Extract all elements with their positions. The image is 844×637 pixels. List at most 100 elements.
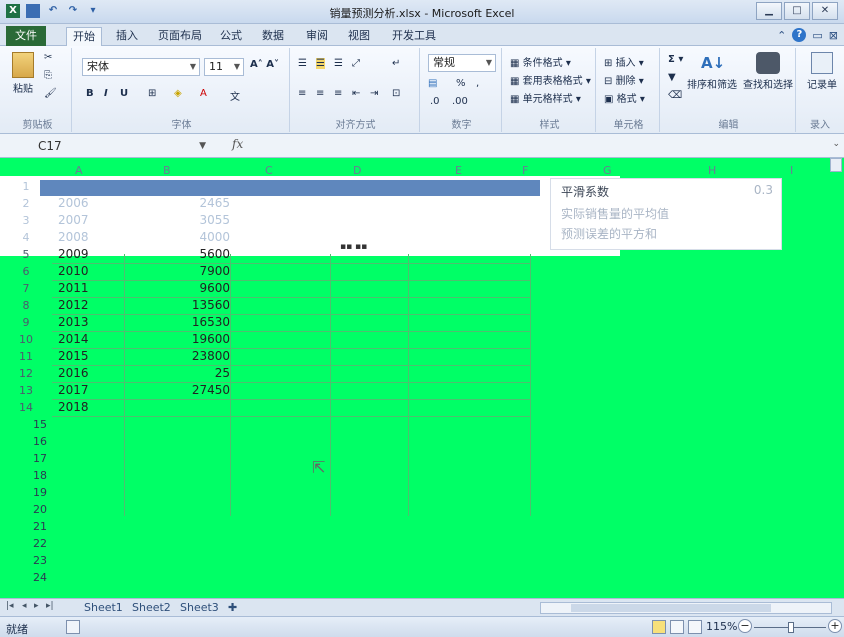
row-header[interactable]: 10 xyxy=(0,333,52,346)
row-header[interactable]: 14 xyxy=(0,401,52,414)
normal-view-icon[interactable] xyxy=(652,620,666,634)
year-cell[interactable]: 2018 xyxy=(58,400,89,414)
row-header[interactable]: 13 xyxy=(0,384,52,397)
row-header[interactable]: 7 xyxy=(0,282,52,295)
bottom-align-icon[interactable]: ☰ xyxy=(334,58,343,69)
tab-review[interactable]: 审阅 xyxy=(300,27,334,46)
row-header[interactable]: 2 xyxy=(0,197,52,210)
year-cell[interactable]: 2012 xyxy=(58,298,89,312)
align-center-icon[interactable]: ≡ xyxy=(316,88,324,99)
row-header[interactable]: 17 xyxy=(0,452,52,465)
worksheet-grid[interactable]: A B C D E F G H I 1 2 2006 2465 3 2007 3055 4 20… xyxy=(0,158,844,598)
format-as-table-button[interactable]: ▦ 套用表格格式 ▾ xyxy=(510,72,591,87)
record-form-button[interactable]: 记录单 xyxy=(802,52,842,91)
formula-input[interactable] xyxy=(256,138,826,154)
bold-button[interactable]: B xyxy=(86,88,94,99)
year-cell[interactable]: 2017 xyxy=(58,383,89,397)
insert-sheet-icon[interactable]: ✚ xyxy=(228,601,237,614)
cell-styles-button[interactable]: ▦ 单元格样式 ▾ xyxy=(510,90,581,105)
orientation-icon[interactable]: ⤢ xyxy=(352,58,360,69)
row-header[interactable]: 11 xyxy=(0,350,52,363)
column-header-i[interactable]: I xyxy=(790,164,793,177)
increase-decimal-icon[interactable]: .0 xyxy=(430,96,440,107)
zoom-out-button[interactable]: − xyxy=(738,619,752,633)
year-cell[interactable]: 2016 xyxy=(58,366,89,380)
align-left-icon[interactable]: ≡ xyxy=(298,88,306,99)
year-cell[interactable]: 2010 xyxy=(58,264,89,278)
cut-icon[interactable]: ✂ xyxy=(44,52,52,63)
scroll-up-button[interactable] xyxy=(830,158,842,172)
horizontal-scrollbar[interactable] xyxy=(540,602,832,614)
row-header[interactable]: 21 xyxy=(0,520,52,533)
restore-window-icon[interactable]: ▭ xyxy=(812,29,822,42)
phonetic-icon[interactable]: 文 xyxy=(230,88,240,103)
conditional-format-button[interactable]: ▦ 条件格式 ▾ xyxy=(510,54,571,69)
wrap-text-icon[interactable]: ↵ xyxy=(392,58,400,69)
currency-icon[interactable]: ▤ xyxy=(428,78,437,89)
row-header[interactable]: 20 xyxy=(0,503,52,516)
paste-button[interactable]: 粘贴 xyxy=(10,52,36,95)
row-header[interactable]: 8 xyxy=(0,299,52,312)
sales-cell[interactable]: 25 xyxy=(150,366,230,380)
year-cell[interactable]: 2014 xyxy=(58,332,89,346)
sheet-tab-2[interactable]: Sheet2 xyxy=(132,601,171,614)
year-cell[interactable]: 2006 xyxy=(58,196,89,210)
sales-cell[interactable]: 3055 xyxy=(150,213,230,227)
close-workbook-icon[interactable]: ⊠ xyxy=(829,29,838,42)
tab-page-layout[interactable]: 页面布局 xyxy=(152,27,208,46)
number-format-combo[interactable]: 常规 ▼ xyxy=(428,54,496,72)
format-cells-button[interactable]: ▣ 格式 ▾ xyxy=(604,90,645,105)
tab-home[interactable]: 开始 xyxy=(66,27,102,46)
tab-view[interactable]: 视图 xyxy=(342,27,376,46)
minimize-ribbon-icon[interactable]: ⌃ xyxy=(777,29,786,42)
column-header-h[interactable]: H xyxy=(708,164,716,177)
tab-file[interactable]: 文件 xyxy=(6,26,46,46)
last-sheet-icon[interactable]: ▸| xyxy=(46,601,54,611)
sheet-tab-1[interactable]: Sheet1 xyxy=(84,601,123,614)
decrease-indent-icon[interactable]: ⇤ xyxy=(352,88,360,99)
sales-cell[interactable]: 4000 xyxy=(150,230,230,244)
format-painter-icon[interactable]: 🖌 xyxy=(44,88,57,99)
row-header[interactable]: 23 xyxy=(0,554,52,567)
comma-button[interactable]: , xyxy=(476,78,479,89)
find-select-button[interactable]: 查找和选择 xyxy=(742,52,794,91)
border-icon[interactable]: ⊞ xyxy=(148,88,156,99)
sheet-tab-3[interactable]: Sheet3 xyxy=(180,601,219,614)
row-header[interactable]: 9 xyxy=(0,316,52,329)
insert-function-button[interactable]: fx xyxy=(232,137,243,151)
expand-formula-bar-icon[interactable]: ⌄ xyxy=(832,139,840,149)
merge-center-icon[interactable]: ⊡ xyxy=(392,88,400,99)
underline-button[interactable]: U xyxy=(120,88,128,99)
year-cell[interactable]: 2013 xyxy=(58,315,89,329)
year-cell[interactable]: 2008 xyxy=(58,230,89,244)
delete-cells-button[interactable]: ⊟ 删除 ▾ xyxy=(604,72,644,87)
zoom-in-button[interactable]: + xyxy=(828,619,842,633)
zoom-level[interactable]: 115% xyxy=(706,620,737,633)
fill-icon[interactable]: ▼ xyxy=(668,72,676,83)
row-header[interactable]: 3 xyxy=(0,214,52,227)
grow-font-icon[interactable]: A˄ A˅ xyxy=(250,59,279,70)
close-button[interactable]: ✕ xyxy=(812,2,838,20)
tab-insert[interactable]: 插入 xyxy=(110,27,144,46)
sort-filter-button[interactable]: A↓ 排序和筛选 xyxy=(684,52,740,91)
tab-developer[interactable]: 开发工具 xyxy=(386,27,442,46)
zoom-slider-thumb[interactable] xyxy=(788,622,794,633)
row-header[interactable]: 15 xyxy=(0,418,52,431)
sales-cell[interactable]: 27450 xyxy=(150,383,230,397)
decrease-decimal-icon[interactable]: .00 xyxy=(452,96,468,107)
row-header[interactable]: 12 xyxy=(0,367,52,380)
help-icon[interactable]: ? xyxy=(792,28,807,42)
year-cell[interactable]: 2009 xyxy=(58,247,89,261)
row-header[interactable]: 4 xyxy=(0,231,52,244)
row-header[interactable]: 22 xyxy=(0,537,52,550)
name-box-dropdown-icon[interactable]: ▼ xyxy=(199,137,206,155)
page-layout-view-icon[interactable] xyxy=(670,620,684,634)
sales-cell[interactable]: 5600 xyxy=(150,247,230,261)
sales-cell[interactable]: 13560 xyxy=(150,298,230,312)
row-header[interactable]: 1 xyxy=(0,180,52,193)
row-header[interactable]: 5 xyxy=(0,248,52,261)
sales-cell[interactable]: 16530 xyxy=(150,315,230,329)
top-align-icon[interactable]: ☰ xyxy=(298,58,307,69)
minimize-button[interactable]: ▁ xyxy=(756,2,782,20)
fill-color-icon[interactable]: ◈ xyxy=(174,88,182,99)
